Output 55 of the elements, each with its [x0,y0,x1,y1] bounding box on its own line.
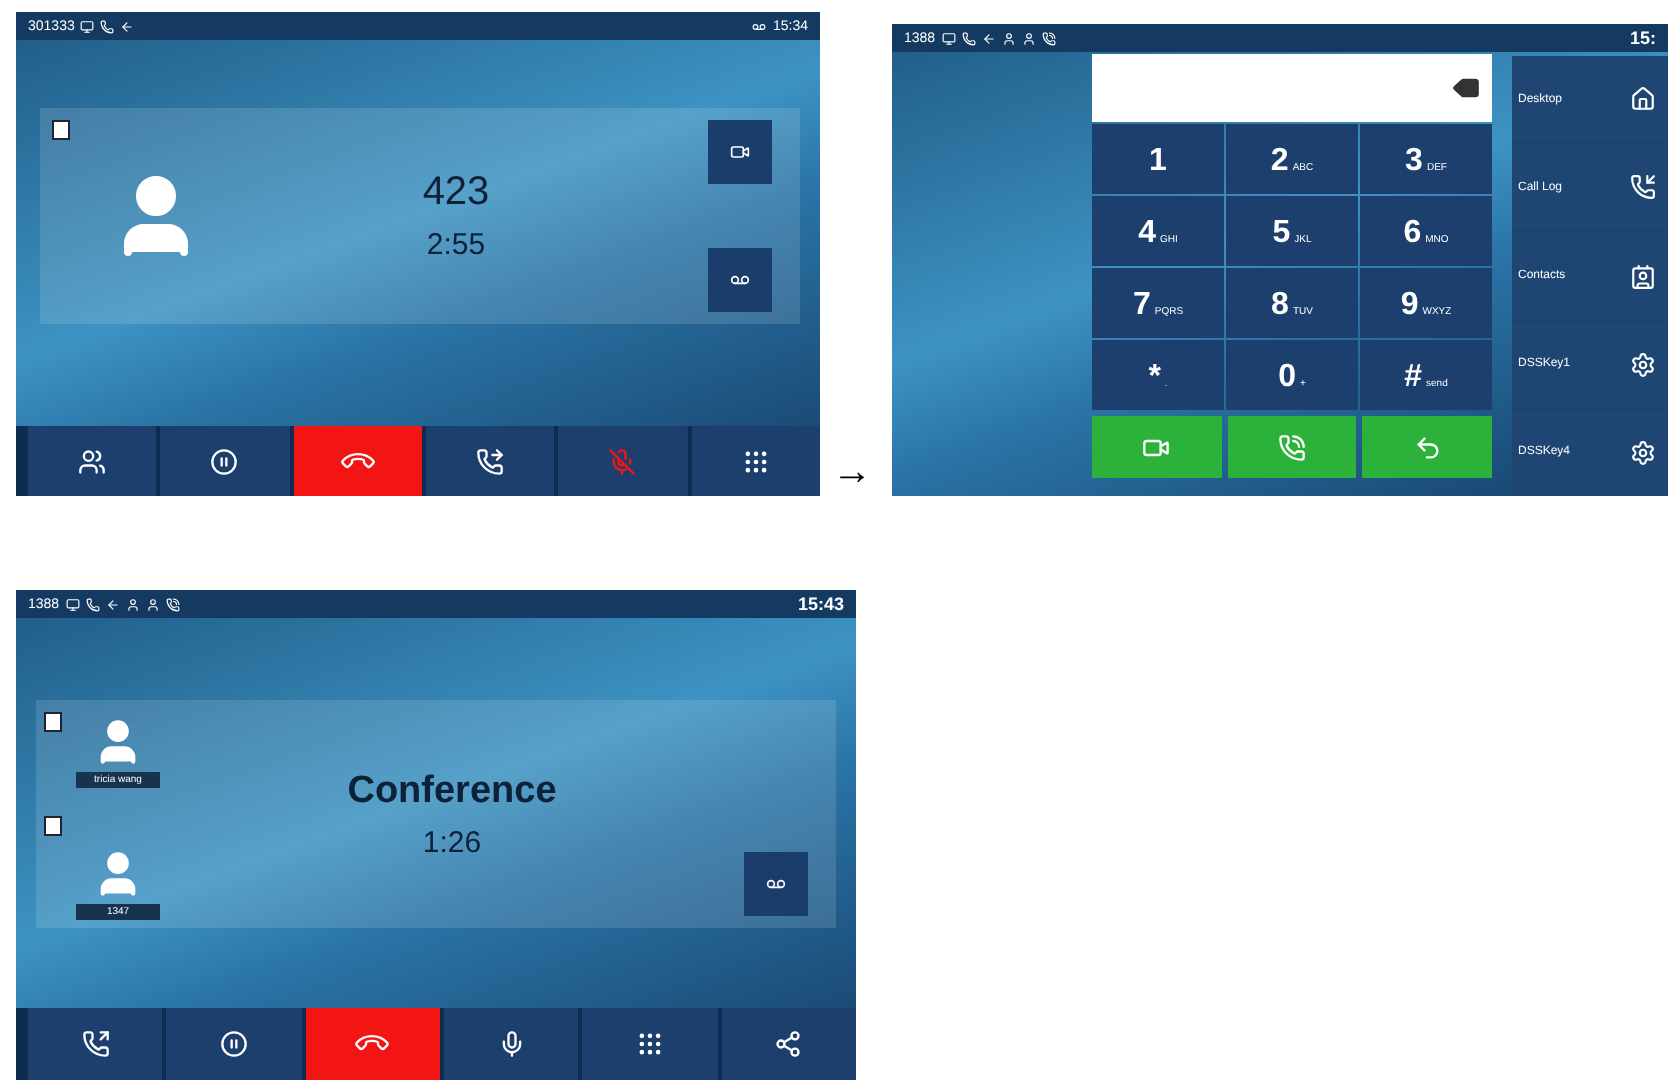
keypad-icon [741,447,770,475]
settings-icon [1630,439,1656,466]
video-icon [730,142,750,162]
phone-icon [165,597,180,611]
group-icon [78,447,107,475]
user-icon [1021,31,1036,45]
monitor-icon [941,31,956,45]
dial-input-field[interactable] [1092,54,1492,122]
user-icon [125,597,140,611]
keypad-icon [635,1030,664,1058]
record-button[interactable] [708,248,772,312]
softkey-button[interactable] [28,1008,163,1080]
microphone-off-icon [608,447,637,475]
sim-icon [44,816,62,836]
dial-key[interactable]: 1 [1092,124,1224,194]
arrow-icon [105,597,120,611]
sim-icon [44,712,62,732]
user-icon [145,597,160,611]
microphone-icon [497,1030,526,1058]
phone-transfer-icon [476,447,505,475]
phone-icon [1277,433,1306,461]
pause-icon [219,1030,248,1058]
softkey-button[interactable] [28,426,157,496]
record-button[interactable] [744,852,808,916]
phone-icon [85,597,100,611]
monitor-icon [80,19,95,33]
sim-icon [52,120,70,140]
arrow-icon [981,31,996,45]
video-button[interactable] [708,120,772,184]
conference-title: Conference [347,769,557,813]
arrow-icon [120,19,135,33]
split-icon [774,1030,803,1058]
arrow: → [832,452,872,496]
caller-number: 423 [422,170,490,216]
phone-icon [1630,174,1656,201]
call-duration: 2:55 [426,228,486,262]
backspace-icon [1452,74,1480,102]
clock-time: 15: [1629,28,1656,48]
back-icon [1413,433,1442,461]
user-icon [1001,31,1016,45]
call-button[interactable] [1227,416,1357,478]
contacts-icon [1630,263,1656,289]
phone-icon [100,19,115,33]
softkey-button[interactable] [160,426,290,496]
monitor-icon [65,597,80,611]
softkey-button[interactable] [425,426,555,496]
phone-icon [961,31,976,45]
pause-icon [210,447,239,475]
softkey-button[interactable] [721,1008,856,1080]
clock-time: 15:43 [797,594,844,614]
home-icon [1630,86,1656,113]
call-duration: 1:26 [422,825,482,859]
softkey-button[interactable] [166,1008,302,1080]
settings-icon [1630,351,1656,378]
phone-icon [1041,31,1056,45]
